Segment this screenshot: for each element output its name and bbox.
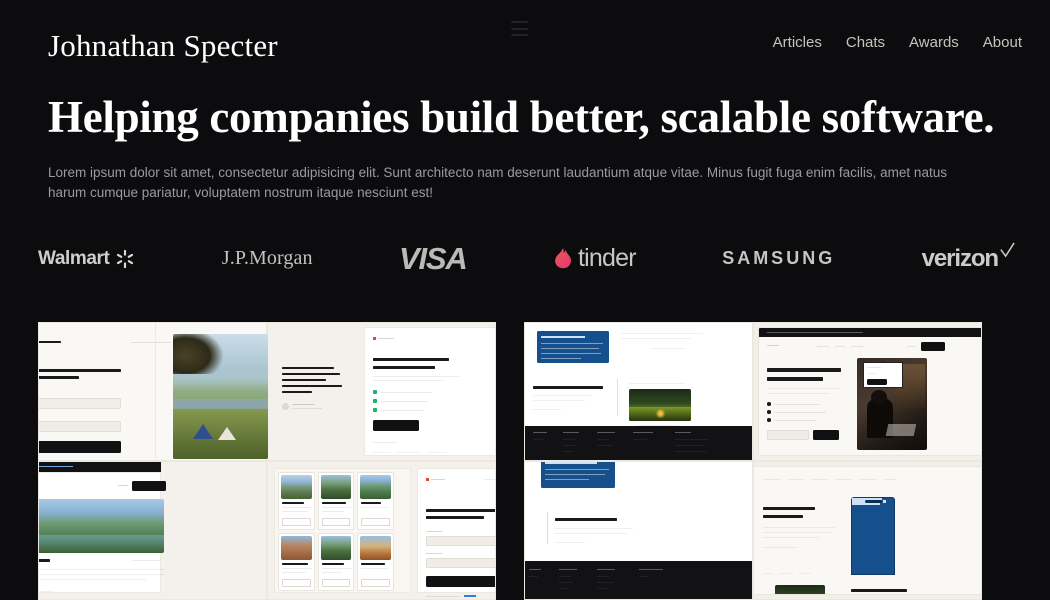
walmart-wordmark: Walmart: [38, 247, 110, 269]
verizon-wordmark: verizon: [921, 244, 999, 272]
hamburger-bar: [511, 21, 528, 23]
night-photo: [629, 389, 691, 421]
project-panel-camping[interactable]: [38, 322, 496, 600]
mini-card[interactable]: [278, 472, 315, 530]
visa-logo: VISA: [399, 240, 468, 276]
writing-photo: [857, 358, 927, 450]
flame-icon: [555, 247, 571, 268]
check-icon: [1000, 242, 1015, 258]
camp-hero-photo: [173, 334, 268, 459]
mini-card[interactable]: [317, 533, 355, 591]
nav-link-about[interactable]: About: [983, 34, 1022, 51]
tinder-logo: tinder: [553, 244, 637, 273]
shot-camp-card-grid[interactable]: [267, 461, 496, 600]
nav-link-chats[interactable]: Chats: [846, 34, 885, 51]
hero-section: Helping companies build better, scalable…: [0, 86, 1050, 203]
brand-logo[interactable]: Johnathan Specter: [48, 26, 278, 61]
nav-link-articles[interactable]: Articles: [773, 34, 822, 51]
hero-subtitle: Lorem ipsum dolor sit amet, consectetur …: [48, 164, 947, 200]
project-panel-writing-escrow[interactable]: [524, 322, 982, 600]
walmart-logo: Walmart: [38, 248, 135, 270]
shot-escrow-notice[interactable]: [524, 322, 753, 461]
hamburger-icon[interactable]: [511, 20, 528, 37]
shot-escrow-text-editor[interactable]: [524, 461, 753, 600]
jpmorgan-logo: J.P.Morgan: [221, 247, 313, 270]
shot-writing-hero[interactable]: [753, 322, 982, 461]
samsung-logo: SAMSUNG: [722, 248, 836, 269]
shot-camp-article[interactable]: [38, 461, 267, 600]
escrow-phone-mockup: [851, 497, 895, 575]
portfolio-page: Johnathan Specter Articles Chats Awards …: [0, 0, 1050, 600]
tinder-wordmark: tinder: [578, 244, 637, 273]
mini-card[interactable]: [278, 533, 315, 591]
page-title: Helping companies build better, scalable…: [48, 92, 995, 142]
nav-link-awards[interactable]: Awards: [909, 34, 959, 51]
hamburger-bar: [511, 27, 528, 30]
escrow-notice-card: [537, 331, 609, 363]
site-header: Johnathan Specter Articles Chats Awards …: [0, 0, 1050, 86]
client-logo-strip: Walmart J.P.Morgan VISA tinder SAMSUNG v…: [0, 233, 1050, 285]
hamburger-bar: [511, 34, 528, 36]
mini-card[interactable]: [357, 472, 394, 530]
main-nav: Articles Chats Awards About: [773, 34, 1022, 51]
shot-escrow-secure[interactable]: [753, 461, 982, 600]
spark-icon: [117, 249, 134, 268]
mini-card[interactable]: [357, 533, 394, 591]
mini-card[interactable]: [317, 472, 355, 530]
project-gallery: [0, 322, 1050, 600]
verizon-logo: verizon: [921, 242, 1016, 273]
shot-camp-quote-and-hero[interactable]: [267, 322, 496, 461]
